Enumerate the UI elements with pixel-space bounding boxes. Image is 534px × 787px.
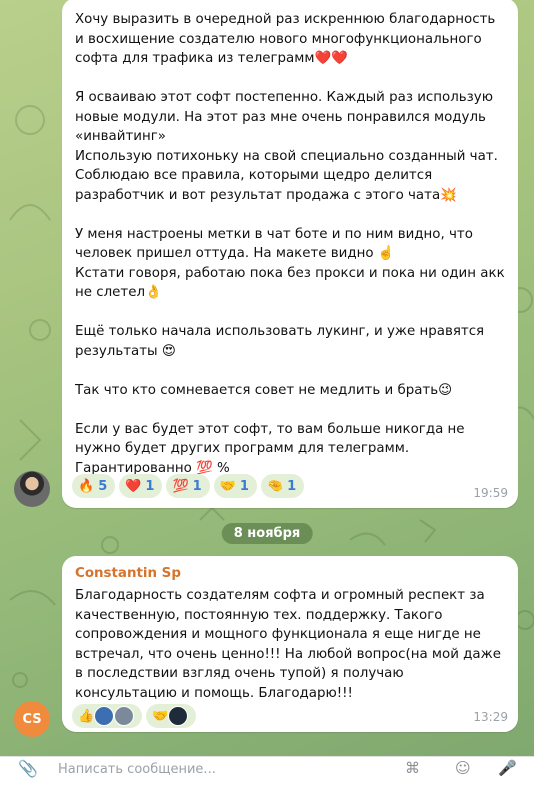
message-input[interactable]: Написать сообщение... xyxy=(58,762,216,777)
message-time: 13:29 xyxy=(473,710,508,724)
reactor-avatar xyxy=(114,706,135,726)
reaction-count: 1 xyxy=(239,478,249,494)
reactor-avatar xyxy=(168,706,189,726)
message-composer: 📎 Написать сообщение... ⌘ ☺ 🎤 xyxy=(0,756,534,787)
reaction-count: 1 xyxy=(287,478,297,494)
pinching-hand-icon: 🤏 xyxy=(266,478,284,494)
thumbs-up-icon: 👍 xyxy=(78,708,95,724)
avatar[interactable]: CS xyxy=(14,701,50,737)
handshake-icon: 🤝 xyxy=(152,708,169,724)
command-icon[interactable]: ⌘ xyxy=(405,759,420,777)
date-separator: 8 ноября xyxy=(221,523,313,544)
avatar[interactable] xyxy=(14,471,50,507)
reaction-pinch[interactable]: 🤏 1 xyxy=(260,474,305,498)
message-text: Благодарность создателям софта и огромны… xyxy=(75,588,506,701)
reactions-bar: 👍 🤝 xyxy=(72,704,197,728)
message-bubble[interactable]: Constantin Sp Благодарность создателям с… xyxy=(62,556,518,732)
emoji-icon[interactable]: ☺ xyxy=(455,759,471,777)
heart-icon: ❤️ xyxy=(125,478,142,494)
paperclip-icon[interactable]: 📎 xyxy=(18,759,38,778)
reaction-thumbs-up[interactable]: 👍 xyxy=(72,704,143,728)
reaction-count: 1 xyxy=(192,478,202,494)
message-text: Хочу выразить в очередной раз искреннюю … xyxy=(75,12,505,476)
reaction-count: 5 xyxy=(98,478,108,494)
reaction-fire[interactable]: 🔥 5 xyxy=(72,474,116,498)
reaction-heart[interactable]: ❤️ 1 xyxy=(119,474,163,498)
sender-name[interactable]: Constantin Sp xyxy=(75,566,181,581)
fire-icon: 🔥 xyxy=(78,478,95,494)
handshake-icon: 🤝 xyxy=(219,478,236,494)
message-time: 19:59 xyxy=(473,486,508,500)
reaction-handshake[interactable]: 🤝 xyxy=(146,704,197,728)
message-bubble[interactable]: Хочу выразить в очередной раз искреннюю … xyxy=(62,0,518,508)
hundred-icon: 💯 xyxy=(172,478,189,494)
reaction-count: 1 xyxy=(145,478,155,494)
reaction-handshake[interactable]: 🤝 1 xyxy=(213,474,257,498)
reactions-bar: 🔥 5 ❤️ 1 💯 1 🤝 1 🤏 1 xyxy=(72,474,305,498)
reactor-avatar xyxy=(94,706,115,726)
microphone-icon[interactable]: 🎤 xyxy=(498,759,517,777)
reaction-hundred[interactable]: 💯 1 xyxy=(166,474,210,498)
